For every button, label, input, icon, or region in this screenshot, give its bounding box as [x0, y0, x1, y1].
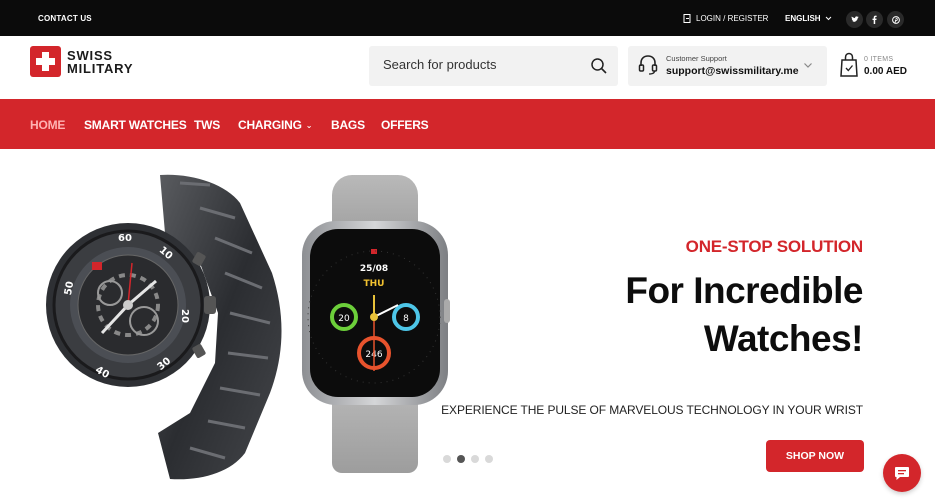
hero-headline-line1: For Incredible: [625, 270, 863, 311]
customer-support-box[interactable]: Customer Support support@swissmilitary.m…: [628, 46, 827, 86]
cart-total: 0.00 AED: [864, 66, 907, 77]
facebook-icon[interactable]: [866, 11, 883, 28]
login-register-link[interactable]: LOGIN / REGISTER: [683, 14, 768, 23]
language-label: ENGLISH: [785, 14, 821, 23]
chat-bubble-icon: [895, 467, 909, 480]
chevron-down-icon: [825, 16, 831, 21]
support-email: support@swissmilitary.me: [666, 65, 799, 77]
logo[interactable]: SWISS MILITARY: [30, 46, 133, 77]
slider-dot-1[interactable]: [443, 455, 451, 463]
smartwatch: 25/08 THU 20 8 246: [302, 175, 450, 473]
language-selector[interactable]: ENGLISH: [785, 14, 832, 23]
logo-text: SWISS MILITARY: [67, 49, 133, 75]
hero-watches-image: 60 10 20 30 40 50 25/08 THU 20 8 246: [46, 174, 450, 480]
hero-banner: 60 10 20 30 40 50 25/08 THU 20 8 246: [0, 149, 935, 500]
contact-us-link[interactable]: CONTACT US: [38, 14, 92, 23]
hero-headline: For Incredible Watches!: [625, 267, 863, 363]
headset-icon: [638, 55, 658, 75]
nav-item-bags[interactable]: BAGS: [331, 118, 365, 132]
watch-metric-left: 20: [338, 314, 350, 324]
search-icon[interactable]: [590, 57, 608, 75]
hero-headline-line2: Watches!: [703, 318, 864, 359]
nav-item-tws[interactable]: TWS: [194, 118, 220, 132]
slider-dot-4[interactable]: [485, 455, 493, 463]
twitter-icon[interactable]: [846, 11, 863, 28]
chevron-down-icon: [804, 63, 812, 68]
logo-line2: MILITARY: [67, 60, 134, 76]
bezel-20: 20: [179, 309, 190, 323]
support-label: Customer Support: [666, 54, 727, 63]
bezel-60: 60: [118, 233, 132, 244]
nav-item-home[interactable]: HOME: [30, 118, 65, 132]
watch-date: 25/08: [360, 264, 388, 274]
shopping-bag-icon: [840, 52, 858, 77]
top-bar: CONTACT US LOGIN / REGISTER ENGLISH: [0, 0, 935, 36]
site-header: SWISS MILITARY Customer Support support@…: [0, 36, 935, 99]
cart-button[interactable]: 0 ITEMS 0.00 AED: [838, 52, 918, 82]
login-label: LOGIN / REGISTER: [696, 14, 769, 23]
nav-item-smart-watches[interactable]: SMART WATCHES: [84, 118, 187, 132]
slider-dot-2[interactable]: [457, 455, 465, 463]
nav-item-offers[interactable]: OFFERS: [381, 118, 429, 132]
cart-item-count: 0 ITEMS: [864, 56, 894, 63]
search-input[interactable]: [383, 57, 583, 72]
slider-dot-3[interactable]: [471, 455, 479, 463]
hero-subline: EXPERIENCE THE PULSE OF MARVELOUS TECHNO…: [441, 403, 863, 417]
watch-metric-right: 8: [403, 314, 409, 324]
chat-button[interactable]: [883, 454, 921, 492]
logo-line1: SWISS: [67, 47, 113, 63]
watch-day: THU: [364, 279, 385, 289]
nav-item-charging-label: CHARGING: [238, 118, 302, 132]
shop-now-button[interactable]: SHOP NOW: [766, 440, 864, 472]
login-icon: [683, 14, 691, 23]
slider-dots: [443, 455, 493, 463]
nav-item-charging[interactable]: CHARGING ⌄: [238, 118, 312, 132]
pinterest-icon[interactable]: [887, 11, 904, 28]
main-nav: HOME SMART WATCHES TWS CHARGING ⌄ BAGS OF…: [0, 99, 935, 149]
hero-kicker: ONE-STOP SOLUTION: [685, 237, 864, 256]
chevron-down-icon: ⌄: [305, 121, 313, 130]
swiss-cross-icon: [30, 46, 61, 77]
search-box: [369, 46, 618, 86]
